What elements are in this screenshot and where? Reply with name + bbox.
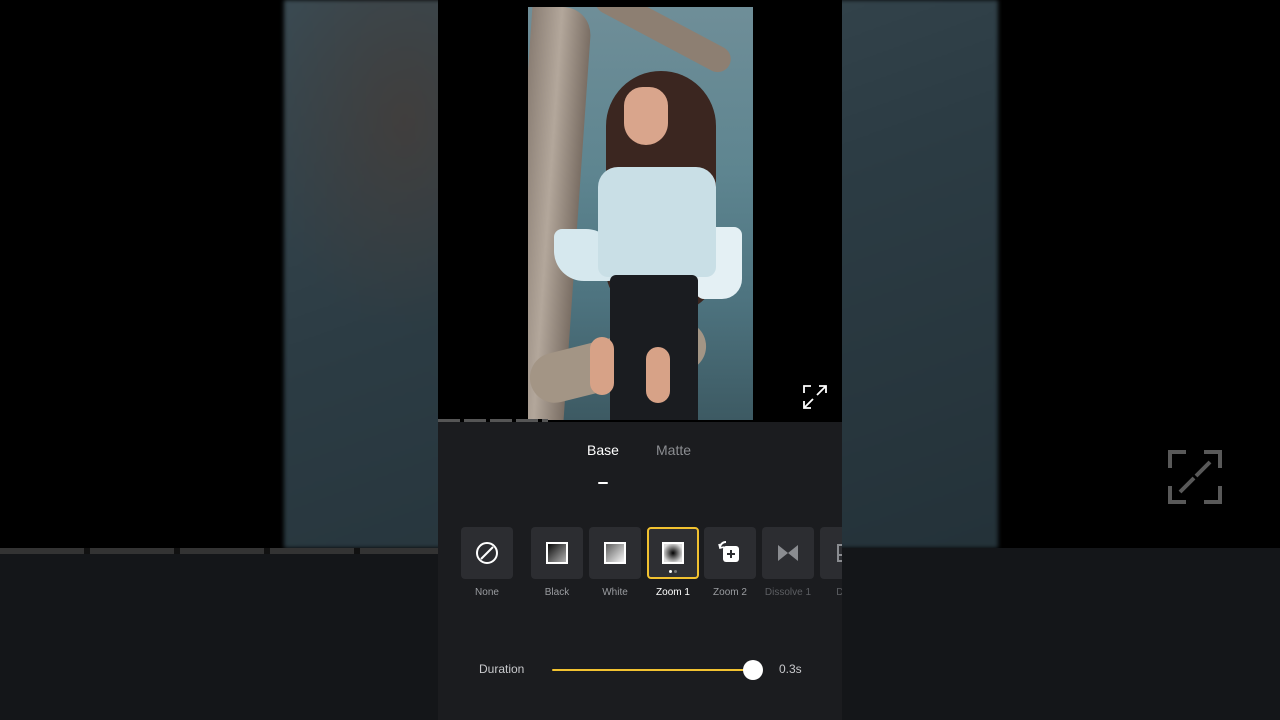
transition-label: Dissolve 1 (764, 587, 812, 598)
transition-zoom-1[interactable]: Zoom 1 (647, 527, 699, 598)
active-tab-indicator (598, 482, 608, 484)
preview-photo (528, 7, 753, 420)
transition-list: None Black White Zoom 1 Zoom 2 Dissolve … (438, 527, 842, 617)
duration-slider-thumb[interactable] (743, 660, 763, 680)
photo-tree-branch (590, 7, 736, 77)
transition-panel: Base Matte None Black White Zoom 1 Zoom … (438, 422, 842, 720)
photo-hand-right (646, 347, 670, 403)
transition-label: White (602, 587, 628, 598)
editor-screen: Base Matte None Black White Zoom 1 Zoom … (438, 0, 842, 720)
white-fade-icon (604, 542, 626, 564)
zoom-out-icon (718, 540, 739, 562)
tab-matte[interactable]: Matte (656, 442, 691, 458)
dissolve-icon (837, 544, 842, 562)
tab-base[interactable]: Base (587, 442, 619, 458)
transition-none[interactable]: None (461, 527, 513, 598)
background-timeline-strip (0, 548, 440, 554)
transition-label: Black (544, 587, 570, 598)
dissolve-icon (778, 545, 798, 561)
black-fade-icon (546, 542, 568, 564)
video-preview (438, 0, 842, 420)
transition-white[interactable]: White (589, 527, 641, 598)
duration-row: Duration 0.3s (438, 658, 842, 682)
none-icon (476, 542, 498, 564)
transition-dissolve-1[interactable]: Dissolve 1 (762, 527, 814, 598)
fullscreen-expand-icon[interactable] (802, 384, 828, 410)
duration-label: Duration (479, 662, 525, 676)
zoom-in-icon (662, 542, 684, 564)
duration-slider-track[interactable] (552, 669, 754, 671)
photo-blouse (598, 167, 716, 277)
photo-hand-left (590, 337, 614, 395)
transition-label: Zoom 2 (713, 587, 747, 598)
duration-value: 0.3s (779, 662, 802, 676)
background-expand-icon (1168, 450, 1222, 504)
transition-label: None (475, 587, 499, 598)
transition-black[interactable]: Black (531, 527, 583, 598)
selection-dots (649, 570, 697, 573)
photo-face (624, 87, 668, 145)
transition-zoom-2[interactable]: Zoom 2 (704, 527, 756, 598)
transition-label: Diss (836, 587, 842, 598)
transition-label: Zoom 1 (656, 587, 690, 598)
transition-tabs: Base Matte (438, 442, 842, 484)
transition-dissolve-2[interactable]: Diss (820, 527, 842, 598)
